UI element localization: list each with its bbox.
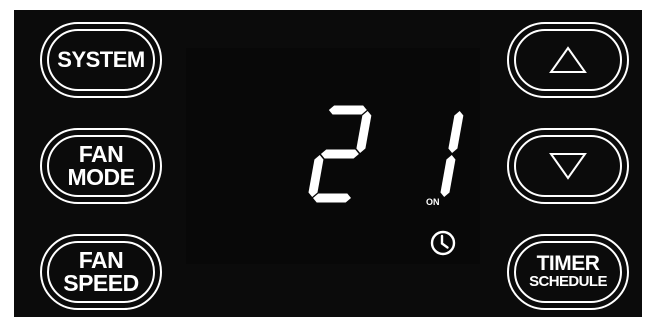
digit-2-segment-b [448,111,464,153]
digit-1-segment-d [313,193,351,203]
digit-2-segment-c [440,155,456,197]
clock-icon [430,230,456,256]
fan-on-indicator: ON [426,197,440,207]
digit-1-segment-e [308,155,324,197]
temperature-readout [308,105,464,203]
digit-1-segment-g [320,149,359,159]
digit-1-segment-b [356,111,372,153]
digit-1-segment-a [328,105,367,115]
temperature-digits [308,105,464,203]
